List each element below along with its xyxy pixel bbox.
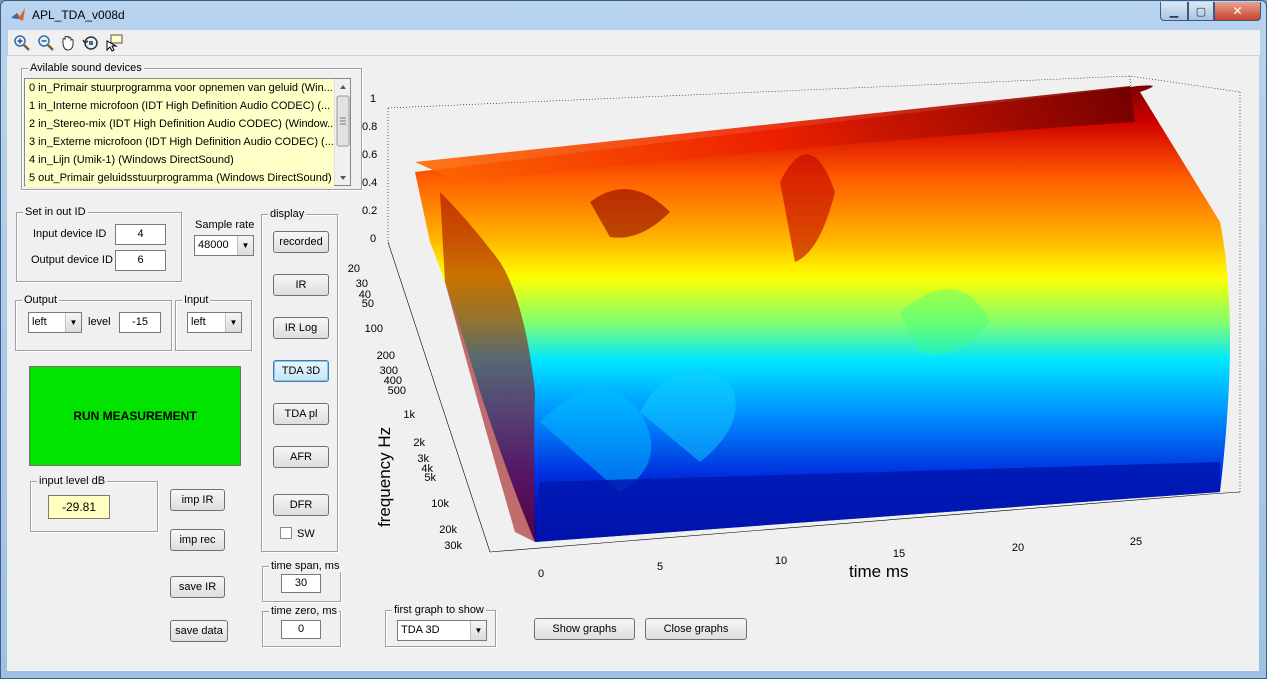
freq-tick-label: 2k	[413, 437, 425, 449]
chevron-down-icon[interactable]: ▼	[470, 621, 486, 640]
time-tick-label: 5	[657, 561, 663, 573]
time-zero-title: time zero, ms	[269, 605, 340, 617]
input-device-id-field[interactable]: 4	[115, 224, 166, 245]
output-channel-value: left	[32, 316, 47, 328]
waterfall-surface	[415, 85, 1230, 542]
chevron-down-icon[interactable]: ▼	[237, 236, 253, 255]
display-tda-3d-button[interactable]: TDA 3D	[273, 360, 329, 382]
sw-label: SW	[297, 528, 315, 540]
device-list-item[interactable]: 1 in_Interne microfoon (IDT High Definit…	[26, 97, 334, 115]
sample-rate-label: Sample rate	[195, 219, 255, 231]
set-io-group: Set in out ID	[16, 206, 182, 282]
import-ir-button[interactable]: imp IR	[170, 489, 225, 511]
chevron-down-icon[interactable]: ▼	[225, 313, 241, 332]
figure-toolbar	[8, 30, 1260, 56]
devices-group-title: Avilable sound devices	[28, 62, 144, 74]
y-axis-label: frequency Hz	[375, 427, 394, 527]
time-tick-label: 20	[1012, 542, 1024, 554]
save-data-button[interactable]: save data	[170, 620, 228, 642]
output-device-id-label: Output device ID	[31, 254, 113, 266]
time-axis-ticks: 0 5 10 15 20 25	[538, 536, 1142, 580]
minimize-button[interactable]: ▁	[1160, 2, 1188, 21]
time-tick-label: 15	[893, 548, 905, 560]
z-tick-label: 1	[370, 93, 376, 105]
freq-tick-label: 20k	[439, 524, 457, 536]
device-listbox[interactable]: 0 in_Primair stuurprogramma voor opnemen…	[24, 78, 351, 187]
input-title: Input	[182, 294, 211, 306]
z-tick-label: 0	[370, 233, 376, 245]
device-list-item[interactable]: 3 in_Externe microfoon (IDT High Definit…	[26, 133, 334, 151]
input-level-display: -29.81	[48, 495, 110, 519]
input-device-id-label: Input device ID	[33, 228, 107, 240]
z-tick-label: 0.4	[362, 177, 377, 189]
z-tick-label: 0.8	[362, 121, 377, 133]
freq-tick-label: 20	[348, 263, 360, 275]
matlab-logo-icon	[11, 8, 25, 21]
sample-rate-select[interactable]: 48000 ▼	[194, 235, 254, 256]
display-ir-button[interactable]: IR	[273, 274, 329, 296]
z-tick-label: 0.2	[362, 205, 377, 217]
freq-tick-label: 200	[377, 350, 395, 362]
close-button[interactable]: ✕	[1214, 2, 1261, 21]
freq-tick-label: 100	[365, 323, 383, 335]
show-graphs-button[interactable]: Show graphs	[534, 618, 635, 640]
import-recording-button[interactable]: imp rec	[170, 529, 225, 551]
device-list-item[interactable]: 5 out_Primair geluidsstuurprogramma (Win…	[26, 169, 334, 187]
tda-3d-waterfall-plot[interactable]: 1 0.8 0.6 0.4 0.2 0 20 30 40 50 100 200 …	[340, 62, 1260, 602]
display-afr-button[interactable]: AFR	[273, 446, 329, 468]
time-tick-label: 25	[1130, 536, 1142, 548]
display-ir-log-button[interactable]: IR Log	[273, 317, 329, 339]
level-label: level	[88, 316, 111, 328]
display-recorded-button[interactable]: recorded	[273, 231, 329, 253]
sample-rate-value: 48000	[198, 239, 229, 251]
freq-tick-label: 1k	[403, 409, 415, 421]
time-tick-label: 10	[775, 555, 787, 567]
run-measurement-button[interactable]: RUN MEASUREMENT	[29, 366, 241, 466]
input-channel-value: left	[191, 316, 206, 328]
time-zero-field[interactable]: 0	[281, 620, 321, 639]
data-cursor-icon[interactable]	[105, 34, 123, 52]
freq-tick-label: 500	[388, 385, 406, 397]
time-tick-label: 0	[538, 568, 544, 580]
zoom-in-icon[interactable]	[13, 34, 31, 52]
time-span-title: time span, ms	[269, 560, 342, 572]
z-tick-label: 0.6	[362, 149, 377, 161]
display-tda-pl-button[interactable]: TDA pl	[273, 403, 329, 425]
rotate-3d-icon[interactable]	[82, 34, 100, 52]
freq-tick-label: 5k	[424, 472, 436, 484]
time-span-field[interactable]: 30	[281, 574, 321, 593]
frequency-axis-ticks: 20 30 40 50 100 200 300 400 500 1k 2k 3k…	[348, 263, 463, 552]
sw-checkbox[interactable]	[280, 527, 292, 539]
pan-hand-icon[interactable]	[59, 34, 77, 52]
output-title: Output	[22, 294, 60, 306]
output-level-field[interactable]: -15	[119, 312, 161, 333]
window-title: APL_TDA_v008d	[32, 8, 125, 22]
device-list-item[interactable]: 0 in_Primair stuurprogramma voor opnemen…	[26, 79, 334, 97]
device-list-item[interactable]: 4 in_Lijn (Umik-1) (Windows DirectSound)	[26, 151, 334, 169]
device-list-item[interactable]: 2 in_Stereo-mix (IDT High Definition Aud…	[26, 115, 334, 133]
set-io-title: Set in out ID	[23, 206, 88, 218]
input-level-title: input level dB	[37, 475, 108, 487]
x-axis-label: time ms	[849, 562, 909, 581]
freq-tick-label: 10k	[431, 498, 449, 510]
z-axis-ticks: 1 0.8 0.6 0.4 0.2 0	[362, 93, 377, 245]
zoom-out-icon[interactable]	[37, 34, 55, 52]
close-graphs-button[interactable]: Close graphs	[645, 618, 747, 640]
display-dfr-button[interactable]: DFR	[273, 494, 329, 516]
freq-tick-label: 50	[362, 298, 374, 310]
first-graph-select[interactable]: TDA 3D ▼	[397, 620, 487, 641]
maximize-button[interactable]: ▢	[1188, 2, 1214, 21]
output-channel-select[interactable]: left ▼	[28, 312, 82, 333]
freq-tick-label: 30k	[444, 540, 462, 552]
save-ir-button[interactable]: save IR	[170, 576, 225, 598]
output-device-id-field[interactable]: 6	[115, 250, 166, 271]
chevron-down-icon[interactable]: ▼	[65, 313, 81, 332]
first-graph-title: first graph to show	[392, 604, 486, 616]
title-bar[interactable]: APL_TDA_v008d ▁ ▢ ✕	[1, 1, 1266, 29]
display-title: display	[268, 208, 307, 220]
first-graph-value: TDA 3D	[401, 624, 440, 636]
input-channel-select[interactable]: left ▼	[187, 312, 242, 333]
